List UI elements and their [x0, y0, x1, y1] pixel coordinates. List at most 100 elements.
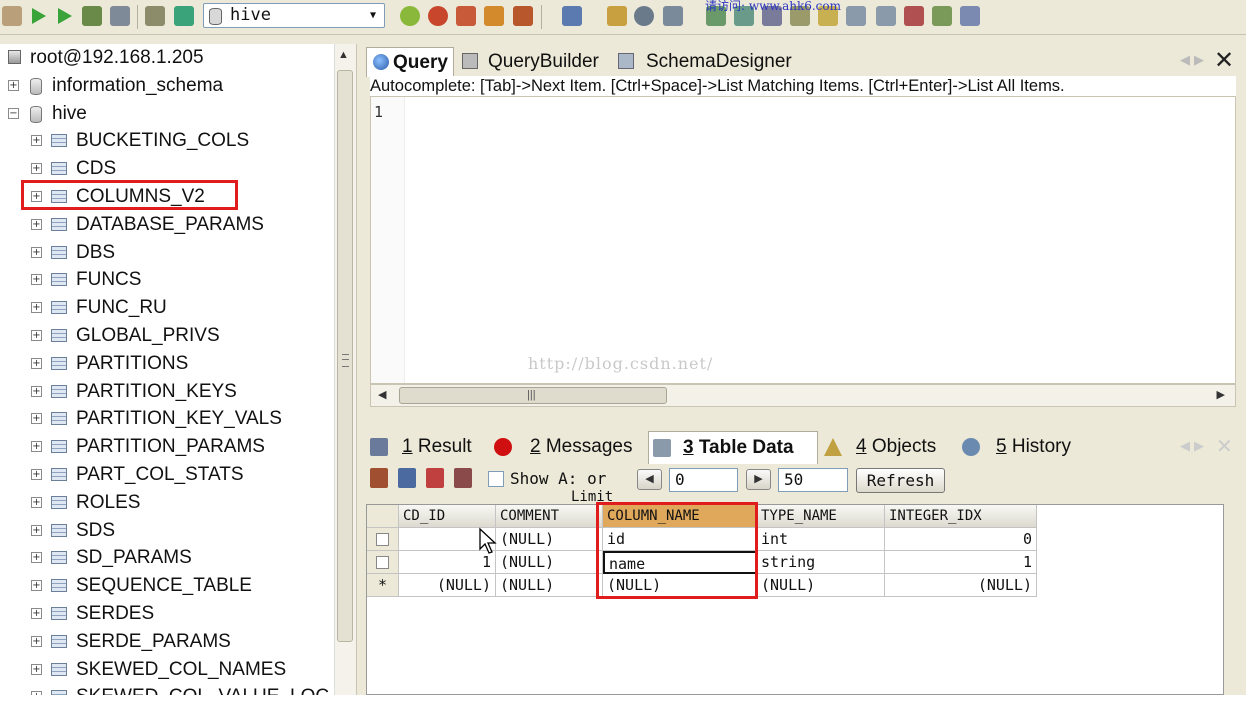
tab-objects[interactable]: 4 Objects [820, 431, 952, 463]
tree-table-node[interactable]: + FUNC_RU [0, 295, 340, 321]
grid-cell[interactable]: (NULL) [757, 574, 885, 597]
expand-icon[interactable]: + [31, 663, 42, 675]
save-icon[interactable] [398, 468, 416, 488]
tree-table-node[interactable]: + DBS [0, 240, 340, 266]
column-header[interactable]: INTEGER_IDX [885, 505, 1037, 528]
column-header[interactable]: TYPE_NAME [757, 505, 885, 528]
tree-table-node[interactable]: + PART_COL_STATS [0, 462, 340, 488]
expand-icon[interactable]: + [31, 413, 42, 425]
grid-cell[interactable]: (NULL) [885, 574, 1037, 597]
next-page-button[interactable]: ▶ [746, 469, 771, 490]
expand-icon[interactable]: + [31, 524, 42, 536]
tree-table-node[interactable]: + SERDE_PARAMS [0, 629, 340, 655]
expand-icon[interactable]: + [31, 274, 42, 286]
report-icon[interactable] [932, 6, 952, 26]
cancel-changes-icon[interactable] [454, 468, 472, 488]
row-checkbox[interactable] [376, 556, 389, 569]
stop-icon[interactable] [110, 6, 130, 26]
expand-icon[interactable]: + [31, 635, 42, 647]
grid-cell[interactable]: (NULL) [496, 574, 603, 597]
tab-query[interactable]: Query [366, 47, 454, 77]
clear-icon[interactable] [607, 6, 627, 26]
expand-icon[interactable]: + [31, 385, 42, 397]
prev-page-button[interactable]: ◀ [637, 469, 662, 490]
grid-cell[interactable]: 0 [885, 528, 1037, 551]
grid-cell[interactable]: (NULL) [399, 574, 496, 597]
column-header[interactable]: CD_ID [399, 505, 496, 528]
expand-icon[interactable]: + [31, 552, 42, 564]
tree-table-node[interactable]: + DATABASE_PARAMS [0, 212, 340, 238]
grid-cell[interactable]: string [757, 551, 885, 574]
diagram-icon[interactable] [960, 6, 980, 26]
result-tab-scroll-arrows[interactable]: ◀▶ [1180, 438, 1208, 454]
hscroll-thumb[interactable]: ||| [399, 387, 667, 404]
tree-table-node[interactable]: + CDS [0, 156, 340, 182]
query-list-icon[interactable] [82, 6, 102, 26]
execute-icon[interactable] [32, 8, 46, 24]
expand-icon[interactable]: + [31, 246, 42, 258]
alter-db-icon[interactable] [456, 6, 476, 26]
tree-table-node[interactable]: + GLOBAL_PRIVS [0, 323, 340, 349]
limit-start-input[interactable]: 0 [669, 468, 738, 492]
schema-sync-icon[interactable] [846, 6, 866, 26]
grid-cell[interactable]: (NULL) [496, 528, 603, 551]
connect-icon[interactable] [2, 6, 22, 26]
backup-icon[interactable] [484, 6, 504, 26]
limit-count-input[interactable]: 50 [778, 468, 848, 492]
tree-table-node[interactable]: + ROLES [0, 490, 340, 516]
refresh-icon[interactable] [174, 6, 194, 26]
profiler-icon[interactable] [904, 6, 924, 26]
tree-table-node[interactable]: + FUNCS [0, 267, 340, 293]
tab-scroll-arrows[interactable]: ◀▶ [1180, 52, 1208, 68]
row-checkbox[interactable] [376, 533, 389, 546]
expand-icon[interactable]: + [31, 218, 42, 230]
refresh-button[interactable]: Refresh [856, 468, 945, 493]
insert-row-icon[interactable] [370, 468, 388, 488]
delete-row-icon[interactable] [426, 468, 444, 488]
expand-icon[interactable]: + [31, 163, 42, 175]
user-manager-icon[interactable] [562, 6, 582, 26]
expand-icon[interactable]: + [8, 79, 19, 91]
commit-icon[interactable] [145, 6, 165, 26]
tree-table-node[interactable]: + PARTITIONS [0, 351, 340, 377]
tree-table-node[interactable]: + SERDES [0, 601, 340, 627]
tree-table-node[interactable]: + SKEWED_COL_VALUE_LOC_M [0, 684, 355, 695]
tab-messages[interactable]: 2 Messages [490, 431, 644, 463]
tree-database-node[interactable]: + information_schema [0, 73, 330, 99]
tab-querybuilder[interactable]: QueryBuilder [456, 47, 606, 76]
scroll-right-icon[interactable]: ▶ [1217, 388, 1225, 401]
tree-table-node[interactable]: + SKEWED_COL_NAMES [0, 657, 340, 683]
show-all-checkbox[interactable] [488, 471, 504, 487]
tree-table-node[interactable]: + PARTITION_KEYS [0, 379, 340, 405]
data-sync-icon[interactable] [876, 6, 896, 26]
expand-icon[interactable]: + [31, 580, 42, 592]
pane-splitter[interactable] [362, 412, 1246, 426]
sql-editor[interactable]: 1 [370, 96, 1236, 384]
tree-table-node[interactable]: + BUCKETING_COLS [0, 128, 340, 154]
expand-icon[interactable]: + [31, 357, 42, 369]
column-header[interactable]: COMMENT [496, 505, 603, 528]
tree-table-node[interactable]: + SEQUENCE_TABLE [0, 573, 340, 599]
tree-server-node[interactable]: root@192.168.1.205 [0, 45, 330, 71]
tree-table-node[interactable]: + PARTITION_PARAMS [0, 434, 340, 460]
grid-cell[interactable]: int [757, 528, 885, 551]
tab-table-data[interactable]: 3 Table Data [648, 431, 818, 464]
close-icon[interactable]: ✕ [1214, 46, 1234, 74]
grid-cell[interactable]: 1 [885, 551, 1037, 574]
tab-history[interactable]: 5 History [958, 431, 1088, 463]
chevron-down-icon[interactable]: ▼ [365, 7, 381, 24]
create-db-icon[interactable] [400, 6, 420, 26]
tools-icon[interactable] [663, 6, 683, 26]
expand-icon[interactable]: + [31, 302, 42, 314]
row-selector[interactable] [367, 551, 399, 574]
restore-icon[interactable] [513, 6, 533, 26]
tree-table-node[interactable]: + SD_PARAMS [0, 545, 340, 571]
collapse-icon[interactable]: − [8, 107, 19, 119]
object-browser-scrollbar[interactable]: ▲ [334, 44, 356, 695]
row-selector[interactable]: * [367, 574, 399, 597]
drop-db-icon[interactable] [428, 6, 448, 26]
scroll-left-icon[interactable]: ◀ [378, 388, 386, 401]
expand-icon[interactable]: + [31, 691, 42, 695]
database-select[interactable]: hive ▼ [203, 3, 385, 28]
scroll-up-icon[interactable]: ▲ [338, 49, 349, 61]
